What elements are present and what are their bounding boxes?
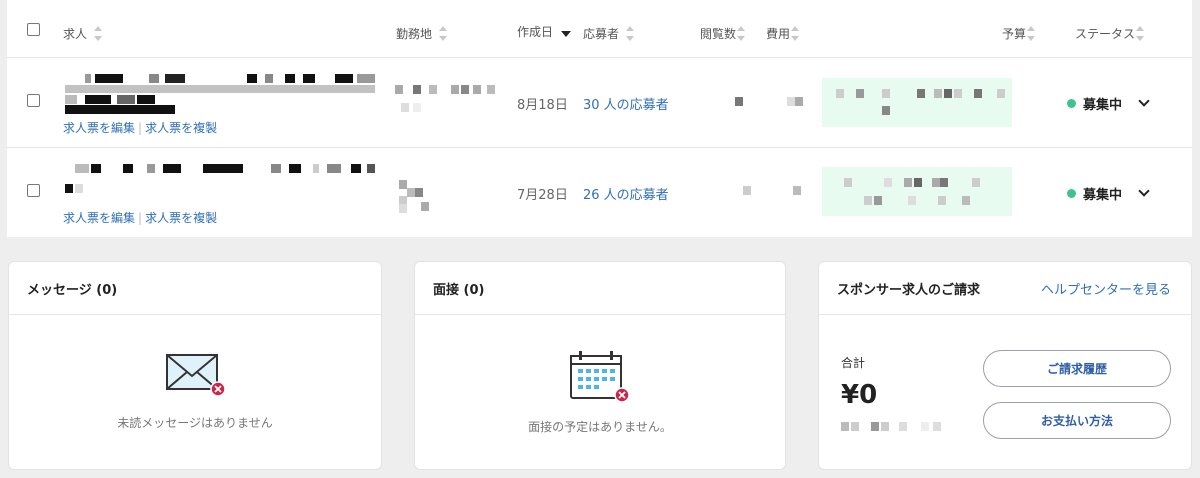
help-center-link[interactable]: ヘルプセンターを見る <box>1041 279 1171 298</box>
redacted-billing-note <box>841 422 951 432</box>
redacted-views <box>743 186 803 196</box>
copy-job-link[interactable]: 求人票を複製 <box>145 121 217 135</box>
sort-icon <box>1026 25 1036 45</box>
column-header-location[interactable]: 勤務地 <box>396 23 448 43</box>
table-row: 求人票を編集 | 求人票を複製 7月28日 26 人の応募者 募集中 <box>7 148 1192 238</box>
row-links: 求人票を編集 | 求人票を複製 <box>63 209 217 226</box>
column-header-status[interactable]: ステータス <box>1075 23 1145 43</box>
edit-job-link[interactable]: 求人票を編集 <box>63 211 135 225</box>
status-label: 募集中 <box>1083 188 1123 203</box>
created-date: 8月18日 <box>517 98 568 113</box>
redacted-cost-budget <box>822 167 1012 216</box>
calendar-icon <box>569 350 633 410</box>
messages-card: メッセージ (0) 未読メッセージはありません <box>8 261 382 470</box>
envelope-icon <box>166 354 228 404</box>
redacted-cost-budget <box>822 78 1012 127</box>
column-header-applicants[interactable]: 応募者 <box>583 23 635 43</box>
interviews-card: 面接 (0) 面接の予定はありません。 <box>414 261 786 470</box>
chevron-down-icon <box>1138 184 1150 197</box>
edit-job-link[interactable]: 求人票を編集 <box>63 121 135 135</box>
chevron-down-icon <box>1138 94 1150 107</box>
column-label: 勤務地 <box>396 26 433 41</box>
card-header: スポンサー求人のご請求 ヘルプセンターを見る <box>819 262 1191 315</box>
job-table: 求人 勤務地 作成日 応募者 閲覧数 費用 予算 ステータス 求人票を編集 | … <box>7 0 1192 237</box>
status-active-icon <box>1067 189 1076 198</box>
messages-empty-text: 未読メッセージはありません <box>117 416 273 430</box>
redacted-location <box>395 85 495 115</box>
row-links: 求人票を編集 | 求人票を複製 <box>63 119 217 136</box>
redacted-cost-mosaic <box>822 167 1012 216</box>
copy-job-link[interactable]: 求人票を複製 <box>145 211 217 225</box>
column-label: 応募者 <box>583 26 620 41</box>
column-label: ステータス <box>1075 26 1136 41</box>
row-checkbox[interactable] <box>27 184 40 197</box>
column-header-created[interactable]: 作成日 <box>517 23 572 40</box>
row-checkbox[interactable] <box>27 94 40 107</box>
total-label: 合計 <box>841 356 866 370</box>
link-separator: | <box>138 121 143 135</box>
select-all-checkbox[interactable] <box>27 23 40 36</box>
applicants-link[interactable]: 30 人の応募者 <box>583 94 669 113</box>
link-separator: | <box>138 211 143 225</box>
status-label: 募集中 <box>1083 98 1123 113</box>
column-label: 予算 <box>1002 26 1027 41</box>
status-dropdown[interactable]: 募集中 <box>1067 94 1150 113</box>
column-label: 求人 <box>63 26 88 41</box>
interviews-title: 面接 (0) <box>433 282 485 298</box>
table-row: 求人票を編集 | 求人票を複製 8月18日 30 人の応募者 募集中 <box>7 58 1192 148</box>
column-header-views[interactable]: 閲覧数 <box>700 23 746 43</box>
sort-icon <box>736 25 746 45</box>
sort-icon <box>1135 25 1145 45</box>
applicants-link[interactable]: 26 人の応募者 <box>583 184 669 203</box>
column-label: 作成日 <box>517 25 554 39</box>
sort-icon <box>438 25 448 45</box>
status-dropdown[interactable]: 募集中 <box>1067 184 1150 203</box>
redacted-location <box>399 180 439 214</box>
column-header-job[interactable]: 求人 <box>63 23 103 43</box>
column-label: 閲覧数 <box>700 26 737 41</box>
status-active-icon <box>1067 99 1076 108</box>
redacted-job-title <box>65 164 375 194</box>
messages-title: メッセージ (0) <box>27 282 118 298</box>
redacted-cost-mosaic <box>822 78 1012 127</box>
created-date: 7月28日 <box>517 188 568 203</box>
card-header: 面接 (0) <box>415 262 785 315</box>
redacted-views <box>735 97 815 107</box>
column-label: 費用 <box>766 26 791 41</box>
billing-card: スポンサー求人のご請求 ヘルプセンターを見る 合計 ¥0 ご請求履歴 お支払い方… <box>818 261 1192 470</box>
payment-method-button[interactable]: お支払い方法 <box>983 402 1171 439</box>
column-header-budget[interactable]: 予算 <box>1002 23 1036 43</box>
sort-icon <box>625 25 635 45</box>
interviews-empty-text: 面接の予定はありません。 <box>528 420 672 434</box>
sort-icon <box>790 25 800 45</box>
redacted-job-title <box>65 74 375 114</box>
table-header: 求人 勤務地 作成日 応募者 閲覧数 費用 予算 ステータス <box>7 0 1192 58</box>
sort-descending-icon <box>561 29 572 39</box>
column-header-cost[interactable]: 費用 <box>766 23 800 43</box>
total-amount: ¥0 <box>841 380 878 410</box>
billing-title: スポンサー求人のご請求 <box>837 282 981 298</box>
billing-history-button[interactable]: ご請求履歴 <box>983 350 1171 387</box>
sort-icon <box>93 25 103 45</box>
card-header: メッセージ (0) <box>9 262 381 315</box>
